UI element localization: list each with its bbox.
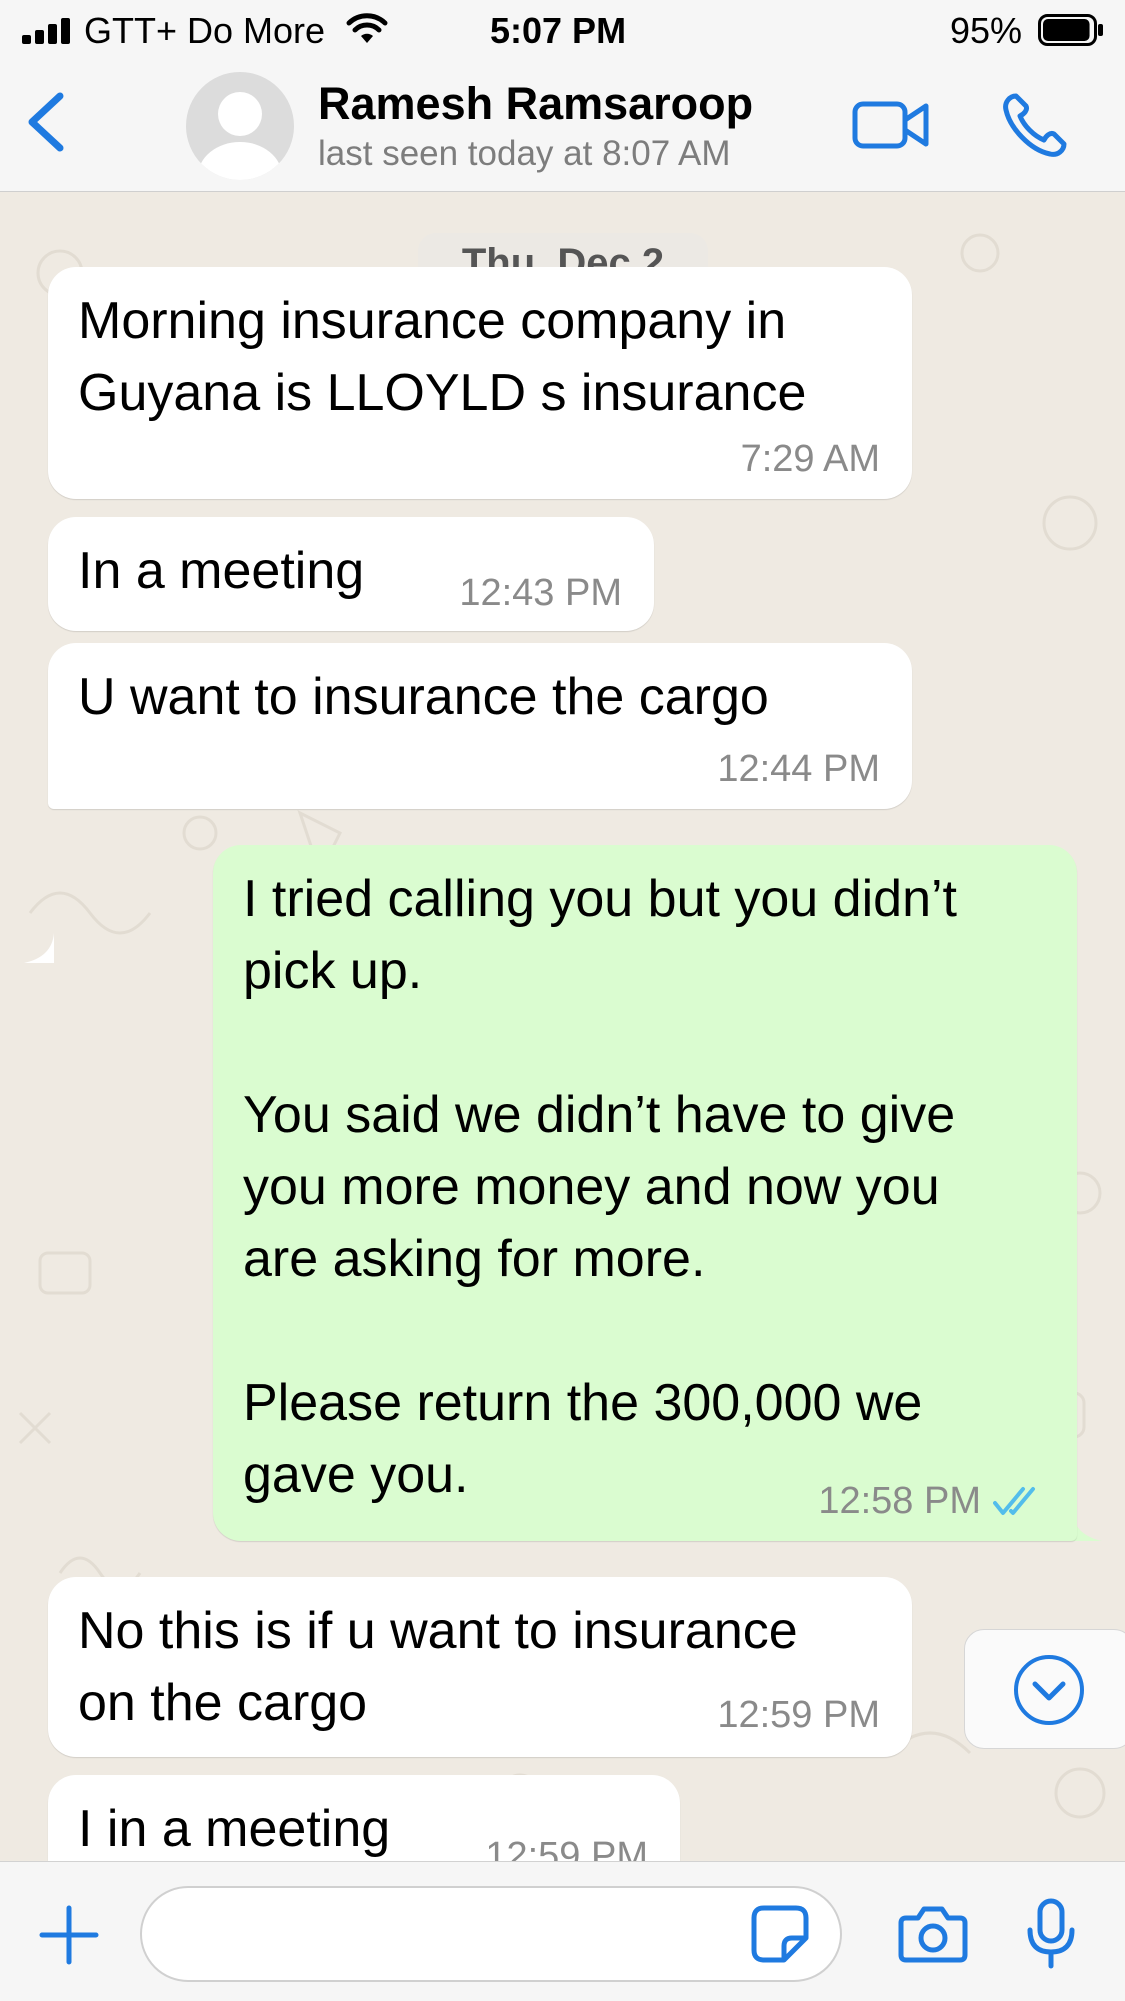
last-seen-status: last seen today at 8:07 AM (318, 134, 731, 173)
wifi-icon (346, 13, 388, 43)
status-time: 5:07 PM (490, 10, 627, 51)
message-text: I in a meeting (78, 1800, 391, 1858)
incoming-message-bubble[interactable]: In a meeting 12:43 PM (48, 517, 654, 631)
message-text: Morning insurance company in Guyana is L… (78, 292, 807, 422)
video-camera-icon[interactable] (852, 96, 930, 154)
camera-icon[interactable] (898, 1904, 968, 1964)
microphone-icon[interactable] (1026, 1898, 1076, 1970)
contact-name[interactable]: Ramesh Ramsaroop (318, 78, 753, 130)
read-receipt-icon (993, 1487, 1035, 1515)
message-input[interactable] (140, 1886, 842, 1982)
message-text: I tried calling you but you didn’t pick … (243, 870, 957, 1504)
message-time: 12:59 PM (485, 1835, 648, 1861)
sticker-icon[interactable] (750, 1904, 810, 1964)
status-bar: GTT+ Do More 5:07 PM 95% (0, 0, 1125, 62)
signal-strength-icon (22, 18, 78, 44)
default-avatar-icon (198, 92, 282, 180)
incoming-message-bubble[interactable]: I in a meeting 12:59 PM (48, 1775, 680, 1861)
chat-header: Ramesh Ramsaroop last seen today at 8:07… (0, 62, 1125, 192)
outgoing-message-bubble[interactable]: I tried calling you but you didn’t pick … (213, 845, 1077, 1541)
back-chevron-icon[interactable] (22, 90, 68, 154)
chevron-down-circle-icon (1014, 1655, 1084, 1725)
message-input-bar (0, 1861, 1125, 2001)
avatar[interactable] (186, 72, 294, 180)
message-time: 12:44 PM (717, 748, 880, 790)
plus-icon[interactable] (38, 1904, 100, 1966)
carrier-name: GTT+ Do More (84, 10, 326, 51)
message-text: No this is if u want to insurance on the… (78, 1602, 798, 1732)
bubble-tail (24, 933, 54, 963)
battery-icon (1038, 14, 1103, 46)
incoming-message-bubble[interactable]: U want to insurance the cargo 12:44 PM (48, 643, 912, 809)
battery-percent: 95% (950, 10, 1023, 51)
phone-icon[interactable] (1000, 92, 1068, 160)
message-time: 12:59 PM (717, 1694, 880, 1736)
incoming-message-bubble[interactable]: No this is if u want to insurance on the… (48, 1577, 912, 1757)
message-text: U want to insurance the cargo (78, 668, 769, 726)
message-time: 7:29 AM (740, 438, 880, 480)
message-time: 12:43 PM (459, 572, 622, 614)
chat-area[interactable]: Thu, Dec 2 Morning insurance company in … (0, 193, 1125, 1861)
scroll-to-bottom-button[interactable] (964, 1629, 1125, 1749)
incoming-message-bubble[interactable]: Morning insurance company in Guyana is L… (48, 267, 912, 499)
message-text: In a meeting (78, 542, 365, 600)
message-time: 12:58 PM (818, 1480, 981, 1522)
